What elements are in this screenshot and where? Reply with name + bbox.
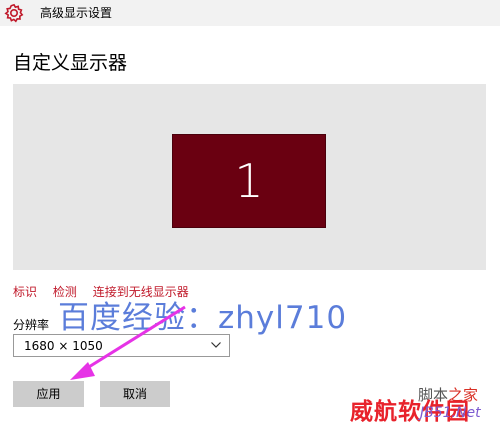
- display-number: 1: [234, 154, 264, 208]
- chevron-down-icon: [211, 342, 221, 348]
- identify-link[interactable]: 标识: [13, 285, 37, 299]
- resolution-label: 分辨率: [13, 318, 50, 332]
- display-1-tile[interactable]: 1: [172, 134, 326, 228]
- title-bar: 高级显示设置: [0, 0, 500, 26]
- display-preview-area: 1: [13, 84, 486, 270]
- page-title: 自定义显示器: [13, 52, 128, 74]
- apply-button[interactable]: 应用: [13, 381, 84, 407]
- resolution-value: 1680 × 1050: [24, 339, 103, 353]
- watermark-baidu: 百度经验：zhyl710: [58, 300, 348, 336]
- cancel-button[interactable]: 取消: [100, 381, 170, 407]
- resolution-dropdown[interactable]: 1680 × 1050: [13, 334, 230, 357]
- gear-icon: [4, 3, 24, 23]
- watermark-site: JB51.Net: [420, 405, 481, 421]
- window-title: 高级显示设置: [40, 6, 113, 20]
